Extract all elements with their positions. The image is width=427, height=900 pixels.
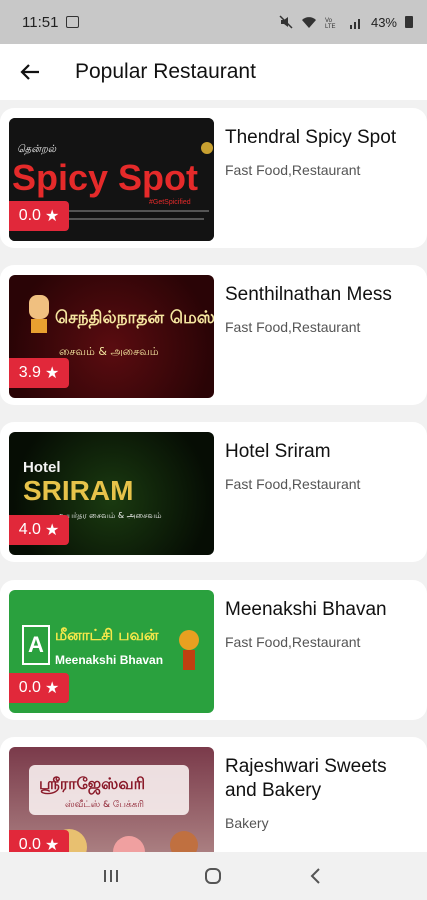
restaurant-category: Fast Food,Restaurant [225,319,361,335]
restaurant-category: Fast Food,Restaurant [225,476,361,492]
rating-badge: 0.0 ★ [9,673,69,703]
restaurant-card[interactable]: ஸ்ரீராஜேஸ்வரி ஸ்வீட்ஸ் & பேக்கரி 0.0 ★ R… [0,737,427,852]
thumb-sub: ஸ்வீட்ஸ் & பேக்கரி [65,800,144,810]
status-bar: 11:51 Vo LTE 43% [0,0,427,44]
star-icon: ★ [44,680,60,697]
restaurant-name: Senthilnathan Mess [225,284,392,305]
wifi-icon [301,16,316,28]
gallery-icon [66,16,80,28]
rating-badge: 3.9 ★ [9,358,69,388]
restaurant-thumbnail: ஸ்ரீராஜேஸ்வரி ஸ்வீட்ஸ் & பேக்கரி 0.0 ★ [9,747,214,852]
thumb-title: Spicy Spot [12,157,198,198]
star-icon: ★ [44,365,60,382]
mute-icon [279,15,293,29]
restaurant-category: Fast Food,Restaurant [225,162,361,178]
restaurant-thumbnail: A மீனாட்சி பவன் Meenakshi Bhavan 0.0 ★ [9,590,214,713]
system-back-button[interactable] [296,856,336,896]
thumb-sub: உயர்தர சைவம் & அசைவம் [59,511,162,520]
back-button[interactable] [0,44,60,100]
restaurant-name: Rajeshwari Sweets and Bakery [225,756,387,801]
svg-text:தென்றல்: தென்றல் [17,144,57,156]
arrow-left-icon [20,64,39,80]
svg-text:LTE: LTE [325,24,336,29]
thumb-title: மீனாட்சி பவன் [55,626,159,644]
star-icon: ★ [44,837,60,852]
thumb-sub: #GetSpicified [149,199,191,206]
thumb-sub: Meenakshi Bhavan [55,653,163,667]
thumb-title: ஸ்ரீராஜேஸ்வரி [39,774,145,794]
restaurant-card[interactable]: தென்றல் Spicy Spot #GetSpicified 0.0 ★ T… [0,108,427,248]
thumb-title: செந்தில்நாதன் மெஸ் [55,308,214,328]
thumb-small-title: Hotel [23,459,61,476]
status-time: 11:51 [22,13,59,31]
battery-icon [405,16,413,28]
thumb-sub: சைவம் & அசைவம் [59,345,159,358]
chevron-left-icon [310,868,320,884]
system-nav-bar [0,852,427,900]
svg-text:A: A [28,632,44,657]
restaurant-name: Thendral Spicy Spot [225,127,397,148]
home-icon [205,868,222,884]
restaurant-name: Meenakshi Bhavan [225,599,387,620]
rating-value: 0.0 [18,679,41,696]
recent-apps-button[interactable] [91,856,131,896]
star-icon: ★ [44,208,60,225]
rating-badge: 4.0 ★ [9,515,69,545]
restaurant-thumbnail: தென்றல் Spicy Spot #GetSpicified 0.0 ★ [9,118,214,241]
restaurant-thumbnail: Hotel SRIRAM உயர்தர சைவம் & அசைவம் 4.0 ★ [9,432,214,555]
restaurant-card[interactable]: செந்தில்நாதன் மெஸ் சைவம் & அசைவம் 3.9 ★ … [0,265,427,405]
signal-icon [349,18,360,29]
recent-apps-icon [104,870,119,882]
volte-icon: VoLTE [325,18,336,29]
thumb-title: SRIRAM [23,475,133,506]
rating-value: 4.0 [18,521,41,538]
restaurant-name: Hotel Sriram [225,441,331,462]
battery-percent: 43% [370,14,397,30]
home-button[interactable] [193,856,233,896]
app-bar: Popular Restaurant [0,44,427,100]
restaurant-category: Bakery [225,815,269,831]
restaurant-card[interactable]: Hotel SRIRAM உயர்தர சைவம் & அசைவம் 4.0 ★… [0,422,427,562]
rating-value: 0.0 [18,836,41,852]
rating-badge: 0.0 ★ [9,201,69,231]
restaurant-card[interactable]: A மீனாட்சி பவன் Meenakshi Bhavan 0.0 ★ M… [0,580,427,720]
rating-value: 0.0 [18,207,41,224]
star-icon: ★ [44,522,60,539]
rating-badge: 0.0 ★ [9,830,69,852]
page-title: Popular Restaurant [75,60,256,83]
restaurant-list[interactable]: தென்றல் Spicy Spot #GetSpicified 0.0 ★ T… [0,100,427,852]
restaurant-category: Fast Food,Restaurant [225,634,361,650]
rating-value: 3.9 [18,364,41,381]
restaurant-thumbnail: செந்தில்நாதன் மெஸ் சைவம் & அசைவம் 3.9 ★ [9,275,214,398]
